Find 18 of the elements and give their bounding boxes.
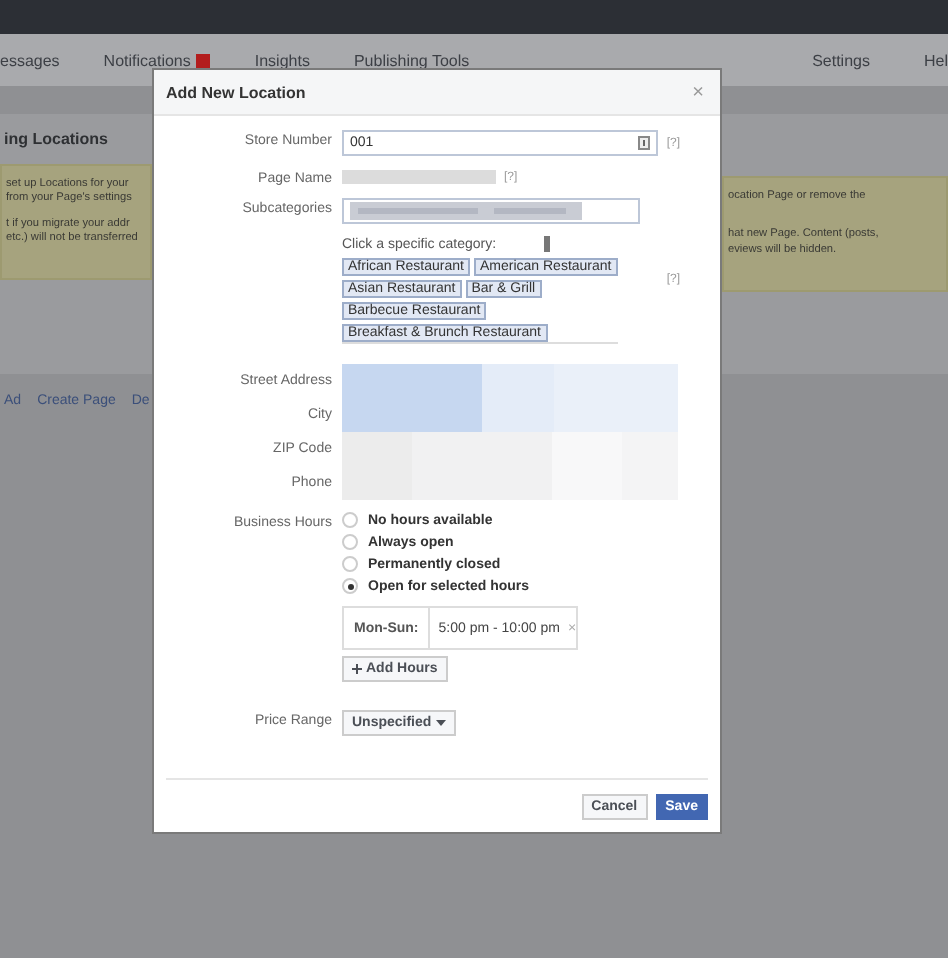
caret-icon [435, 720, 446, 726]
close-button[interactable]: × [692, 81, 704, 103]
nav-tab[interactable]: essages [0, 51, 60, 69]
nav-tab[interactable]: Notifications [103, 51, 211, 69]
section-title: ing Locations [2, 130, 110, 148]
radio-button[interactable] [342, 578, 358, 594]
plus-icon [352, 664, 362, 674]
info-icon [638, 136, 651, 150]
radio-button[interactable] [342, 556, 358, 572]
scrollbar-thumb[interactable] [544, 236, 551, 252]
nav-tab[interactable]: Settings [812, 51, 870, 69]
nav-tab[interactable]: Insights [254, 51, 310, 69]
subcategories-field[interactable] [342, 198, 640, 224]
dialog-title: Add New Location [166, 83, 306, 101]
nav-tab[interactable]: Publishing Tools [353, 51, 470, 69]
nav-tab[interactable]: Hel [923, 51, 948, 69]
radio-button[interactable] [342, 534, 358, 550]
radio-button[interactable] [342, 512, 358, 528]
